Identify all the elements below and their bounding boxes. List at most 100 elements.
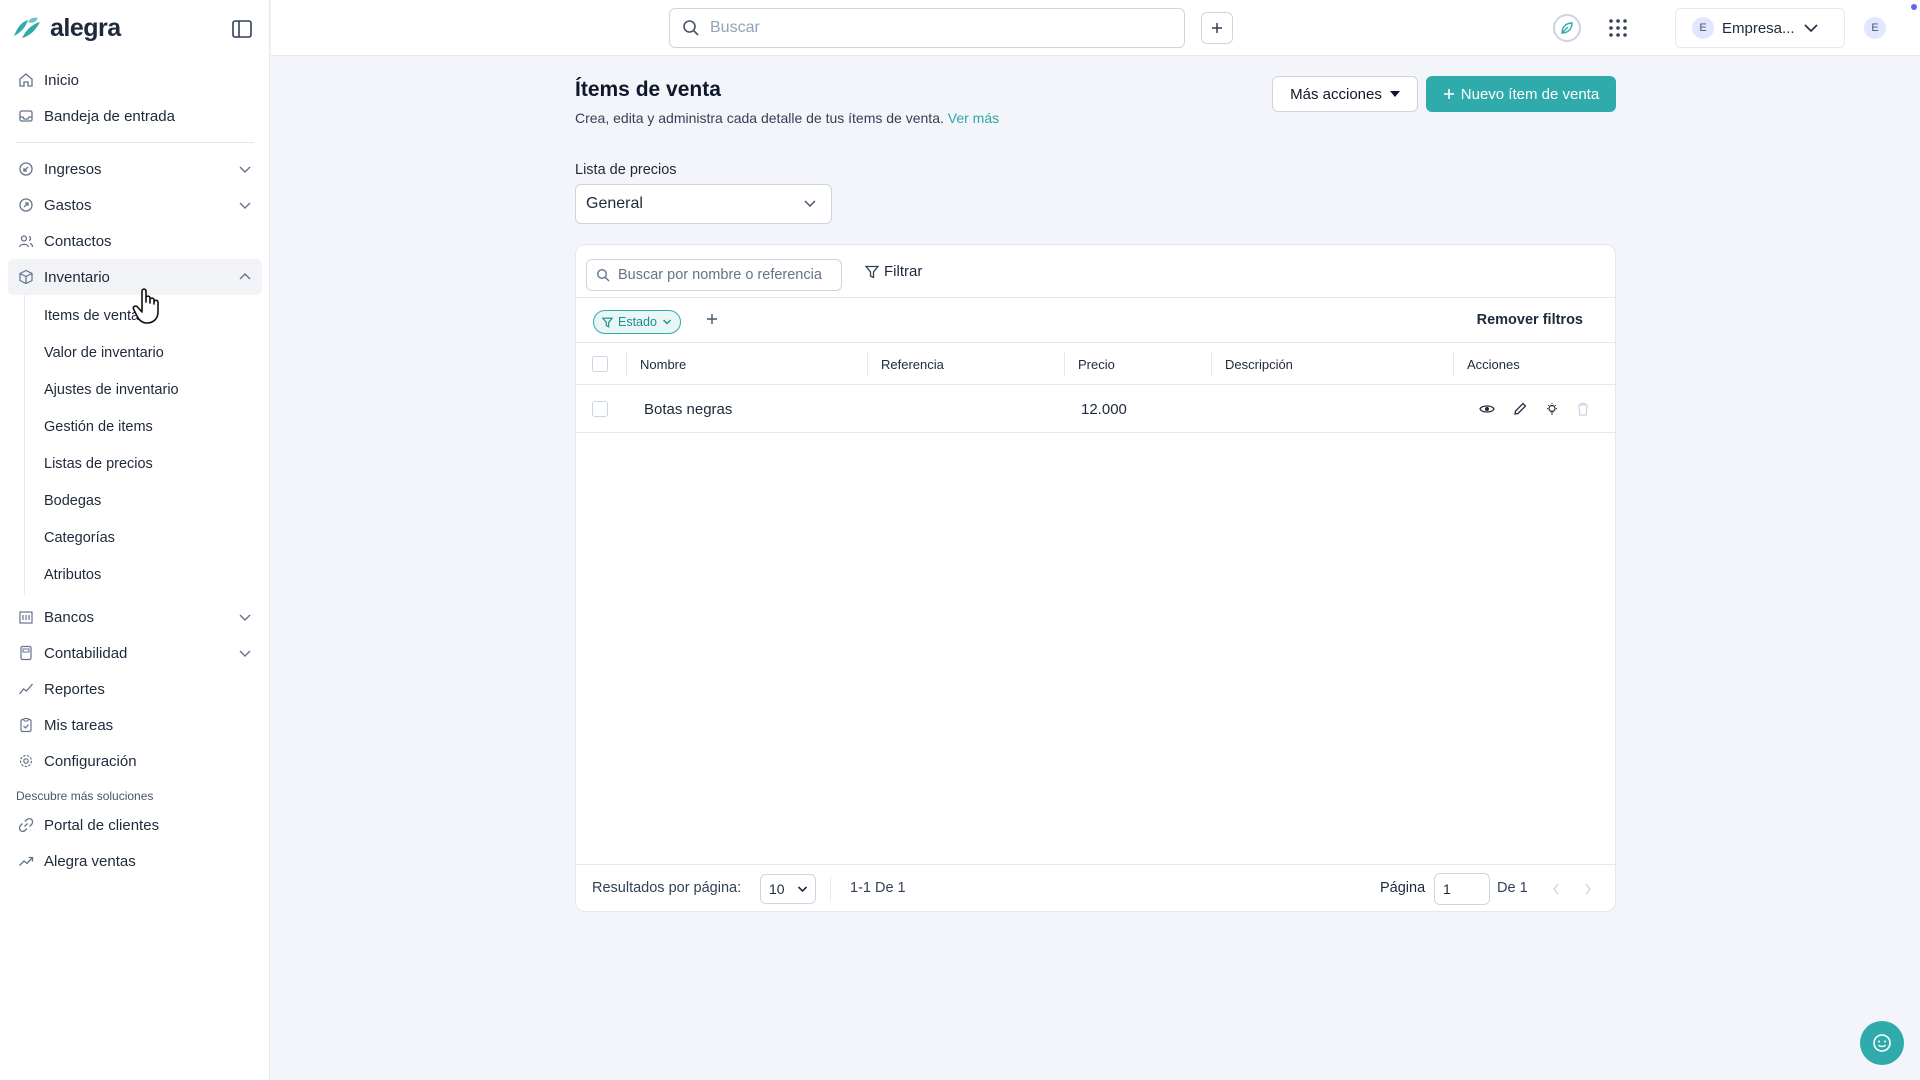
filter-button[interactable]: Filtrar [865, 263, 922, 280]
alegra-logo[interactable]: alegra [12, 14, 121, 43]
global-search-input[interactable] [710, 19, 1150, 37]
income-icon [19, 162, 33, 176]
sidebar-subitem-ajustes-inventario[interactable]: Ajustes de inventario [25, 371, 262, 408]
per-page-select[interactable]: 10 [760, 874, 816, 904]
support-chat-button[interactable] [1860, 1021, 1904, 1065]
sidebar-item-configuracion[interactable]: Configuración [8, 743, 262, 779]
chevron-down-icon [662, 319, 671, 325]
sidebar-subitem-listas-precios[interactable]: Listas de precios [25, 445, 262, 482]
sidebar-item-bandeja[interactable]: Bandeja de entrada [8, 98, 262, 134]
results-range: 1-1 De 1 [850, 880, 906, 896]
box-icon [19, 269, 33, 285]
sidebar-item-label: Configuración [44, 752, 137, 770]
sidebar-item-alegra-ventas[interactable]: Alegra ventas [8, 843, 262, 879]
sidebar-item-label: Reportes [44, 680, 105, 698]
sidebar-item-label: Mis tareas [44, 716, 114, 734]
table-header: Nombre Referencia Precio Descripción Acc… [576, 343, 1615, 385]
inventario-submenu: Items de venta Valor de inventario Ajust… [24, 295, 262, 595]
cell-nombre[interactable]: Botas negras [644, 385, 732, 433]
add-filter-icon[interactable] [706, 313, 718, 325]
sidebar-item-bancos[interactable]: Bancos [8, 599, 262, 635]
sidebar-item-label: Bandeja de entrada [44, 107, 175, 125]
sidebar-item-reportes[interactable]: Reportes [8, 671, 262, 707]
price-list-label: Lista de precios [575, 162, 677, 178]
sidebar-item-contactos[interactable]: Contactos [8, 223, 262, 259]
sidebar-subitem-valor-inventario[interactable]: Valor de inventario [25, 334, 262, 371]
page-subtitle: Crea, edita y administra cada detalle de… [575, 110, 999, 126]
sidebar-subitem-bodegas[interactable]: Bodegas [25, 482, 262, 519]
sidebar-subitem-categorias[interactable]: Categorías [25, 519, 262, 556]
accounting-icon [20, 645, 32, 661]
eye-icon[interactable] [1479, 403, 1495, 415]
link-icon [18, 817, 34, 833]
chevron-left-icon[interactable] [1552, 883, 1560, 895]
more-actions-button[interactable]: Más acciones [1272, 76, 1418, 112]
total-pages: De 1 [1497, 880, 1528, 896]
notification-dot [1911, 4, 1917, 10]
gear-icon [19, 754, 33, 768]
sidebar-item-mis-tareas[interactable]: Mis tareas [8, 707, 262, 743]
select-all-cell [592, 343, 608, 385]
column-header-precio[interactable]: Precio [1064, 352, 1115, 376]
sidebar-item-label: Portal de clientes [44, 816, 160, 834]
column-header-referencia[interactable]: Referencia [867, 352, 944, 376]
pencil-icon[interactable] [1513, 402, 1527, 416]
price-list-select[interactable]: General [575, 184, 832, 224]
sidebar-toggle-icon[interactable] [231, 19, 253, 39]
apps-grid-icon[interactable] [1608, 18, 1628, 38]
chart-line-icon [18, 683, 33, 695]
column-header-nombre[interactable]: Nombre [626, 352, 686, 376]
chevron-down-icon [239, 202, 251, 209]
divider [830, 877, 831, 901]
select-all-checkbox[interactable] [592, 356, 608, 372]
quick-create-button[interactable] [1201, 12, 1233, 44]
topbar: E Empresa... E [271, 0, 1920, 56]
plus-icon [1443, 89, 1454, 99]
plus-icon [1212, 23, 1222, 33]
divider [16, 142, 254, 143]
more-actions-label: Más acciones [1290, 85, 1382, 103]
sidebar-item-contabilidad[interactable]: Contabilidad [8, 635, 262, 671]
sidebar-subitem-gestion-items[interactable]: Gestión de items [25, 408, 262, 445]
sidebar-item-label: Contabilidad [44, 644, 128, 662]
chevron-down-icon [239, 166, 251, 173]
sidebar-item-label: Ingresos [44, 160, 102, 178]
sidebar-item-portal-clientes[interactable]: Portal de clientes [8, 807, 262, 843]
row-checkbox[interactable] [592, 401, 608, 417]
sidebar-item-label: Alegra ventas [44, 852, 136, 870]
table-search[interactable] [586, 259, 842, 291]
global-search[interactable] [669, 8, 1185, 48]
sidebar-item-gastos[interactable]: Gastos [8, 187, 262, 223]
hand-pointer-cursor-icon [132, 286, 166, 326]
company-name: Empresa... [1722, 19, 1795, 37]
sidebar-subitem-atributos[interactable]: Atributos [25, 556, 262, 593]
leaf-icon [1561, 22, 1573, 34]
page-subtitle-text: Crea, edita y administra cada detalle de… [575, 110, 944, 126]
filter-label: Filtrar [884, 263, 923, 280]
page-input[interactable]: 1 [1434, 873, 1490, 905]
sidebar-item-ingresos[interactable]: Ingresos [8, 151, 262, 187]
contacts-icon [18, 235, 34, 248]
sidebar-item-label: Gastos [44, 196, 92, 214]
brand-name: alegra [50, 14, 121, 42]
remove-filters-button[interactable]: Remover filtros [1477, 312, 1583, 328]
chat-smile-icon [1873, 1034, 1891, 1052]
trash-icon[interactable] [1577, 402, 1589, 416]
filter-icon [602, 317, 613, 328]
table-search-input[interactable] [618, 267, 838, 283]
column-header-acciones: Acciones [1453, 352, 1520, 376]
new-sale-item-button[interactable]: Nuevo ítem de venta [1426, 76, 1616, 112]
user-avatar[interactable]: E [1864, 17, 1886, 39]
chevron-down-icon [804, 200, 816, 208]
chevron-down-icon [239, 614, 251, 621]
expense-icon [19, 198, 33, 212]
chevron-right-icon[interactable] [1584, 883, 1592, 895]
lightbulb-icon[interactable] [1545, 402, 1559, 416]
company-selector[interactable]: E Empresa... [1675, 8, 1845, 48]
table-row[interactable]: Botas negras 12.000 [576, 385, 1615, 433]
sidebar-item-inicio[interactable]: Inicio [8, 62, 262, 98]
status-filter-chip[interactable]: Estado [593, 310, 681, 334]
leaf-assistant-button[interactable] [1553, 14, 1581, 42]
ver-mas-link[interactable]: Ver más [948, 110, 999, 126]
column-header-descripcion[interactable]: Descripción [1211, 352, 1293, 376]
